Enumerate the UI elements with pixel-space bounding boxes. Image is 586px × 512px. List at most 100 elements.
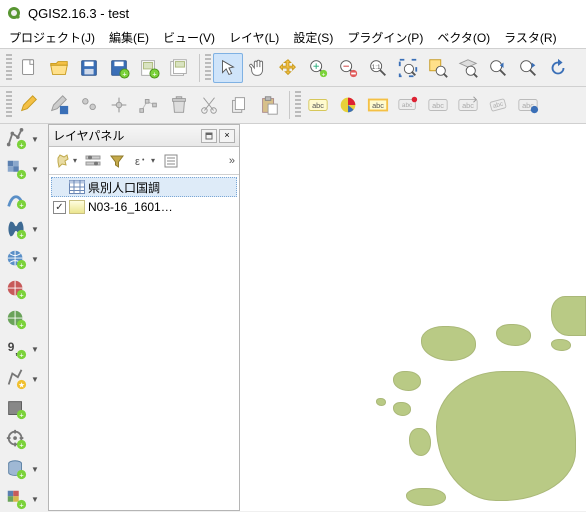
dropdown-icon[interactable]: ▼	[30, 126, 40, 152]
toolbar-grip-icon[interactable]	[6, 54, 12, 82]
save-edits-button[interactable]	[44, 90, 74, 120]
layer-visibility-checkbox[interactable]: ✓	[53, 201, 66, 214]
add-raster-layer-button[interactable]: +	[2, 156, 30, 182]
copy-button[interactable]	[224, 90, 254, 120]
close-icon[interactable]: ×	[219, 129, 235, 143]
node-tool-button[interactable]	[134, 90, 164, 120]
svg-text:★: ★	[18, 380, 25, 389]
zoom-layer-button[interactable]	[453, 53, 483, 83]
svg-text:+: +	[19, 350, 23, 359]
highlight-label-button[interactable]: abc	[363, 90, 393, 120]
move-feature-button[interactable]	[104, 90, 134, 120]
dropdown-icon[interactable]: ▼	[30, 156, 40, 182]
filter-button[interactable]	[107, 151, 127, 171]
menu-raster[interactable]: ラスタ(R)	[497, 27, 563, 48]
open-project-button[interactable]	[44, 53, 74, 83]
pan-button[interactable]	[243, 53, 273, 83]
cut-button[interactable]	[194, 90, 224, 120]
left-toolbar: +▼ +▼ + +▼ +▼ + + 9,+▼ ★▼ + + +▼ +▼	[0, 124, 48, 511]
save-project-button[interactable]	[74, 53, 104, 83]
new-project-button[interactable]	[14, 53, 44, 83]
svg-text:+: +	[322, 71, 326, 78]
dropdown-icon[interactable]: ▼	[30, 216, 40, 242]
table-layer-icon	[69, 180, 85, 194]
dropdown-icon[interactable]: ▼	[30, 246, 40, 272]
dropdown-icon[interactable]: ▼	[30, 366, 40, 392]
add-spatialite-button[interactable]: +	[2, 186, 30, 212]
dropdown-icon[interactable]: ▾	[151, 156, 155, 165]
rotate-label-button[interactable]: abc	[483, 90, 513, 120]
add-gps-button[interactable]: +	[2, 426, 30, 452]
delete-selected-button[interactable]	[164, 90, 194, 120]
zoom-selection-button[interactable]	[423, 53, 453, 83]
move-label-button[interactable]: abc	[453, 90, 483, 120]
dropdown-icon[interactable]: ▼	[30, 336, 40, 362]
toolbar-grip-icon[interactable]	[295, 91, 301, 119]
change-label-button[interactable]: abc	[513, 90, 543, 120]
menu-project[interactable]: プロジェクト(J)	[2, 27, 102, 48]
dropdown-icon[interactable]: ▼	[30, 456, 40, 482]
svg-text:abc: abc	[372, 101, 384, 110]
undock-icon[interactable]	[201, 129, 217, 143]
expression-button[interactable]: ε•	[131, 151, 151, 171]
show-hide-label-button[interactable]: abc	[423, 90, 453, 120]
toolbar-edit-label: abc abc abc abc abc abc abc	[0, 86, 586, 124]
add-feature-button[interactable]	[74, 90, 104, 120]
paste-button[interactable]	[254, 90, 284, 120]
map-canvas[interactable]	[240, 124, 586, 511]
svg-text:+: +	[19, 320, 23, 329]
zoom-last-button[interactable]	[483, 53, 513, 83]
new-shapefile-button[interactable]: ★	[2, 366, 30, 392]
menu-plugins[interactable]: プラグイン(P)	[340, 27, 430, 48]
qgis-logo-icon	[6, 5, 22, 21]
refresh-button[interactable]	[543, 53, 573, 83]
add-vector-layer-button[interactable]: +	[2, 126, 30, 152]
svg-text:+: +	[19, 410, 23, 419]
add-postgis-button[interactable]: +	[2, 216, 30, 242]
pointer-button[interactable]	[213, 53, 243, 83]
filter-visible-button[interactable]	[83, 151, 103, 171]
dropdown-icon[interactable]: ▼	[30, 486, 40, 512]
menu-view[interactable]: ビュー(V)	[156, 27, 222, 48]
add-virtual-layer-button[interactable]: +	[2, 486, 30, 512]
menu-edit[interactable]: 編集(E)	[102, 27, 156, 48]
add-oracle-button[interactable]: +	[2, 456, 30, 482]
layers-tree[interactable]: 県別人口国調 ✓ N03-16_1601…	[49, 175, 239, 510]
add-wms-button[interactable]: +	[2, 246, 30, 272]
toolbar-grip-icon[interactable]	[6, 91, 12, 119]
diagram-button[interactable]	[333, 90, 363, 120]
toolbar-grip-icon[interactable]	[205, 54, 211, 82]
menu-settings[interactable]: 設定(S)	[286, 27, 340, 48]
zoom-out-button[interactable]	[333, 53, 363, 83]
expand-chevron-icon[interactable]: »	[229, 155, 235, 167]
save-as-button[interactable]: +	[104, 53, 134, 83]
new-geopackage-button[interactable]: +	[2, 396, 30, 422]
svg-text:+: +	[19, 260, 23, 269]
add-wfs-button[interactable]: +	[2, 306, 30, 332]
add-wcs-button[interactable]: +	[2, 276, 30, 302]
dropdown-icon[interactable]: ▾	[73, 156, 77, 165]
pan-to-selection-button[interactable]	[273, 53, 303, 83]
layer-row[interactable]: ✓ N03-16_1601…	[51, 197, 237, 217]
zoom-next-button[interactable]	[513, 53, 543, 83]
expand-all-button[interactable]	[161, 151, 181, 171]
svg-text:+: +	[19, 290, 23, 299]
composer-manager-button[interactable]	[164, 53, 194, 83]
layers-panel-toolbar: ▾ ε•▾ »	[49, 147, 239, 175]
style-preset-button[interactable]	[53, 151, 73, 171]
zoom-in-button[interactable]: +	[303, 53, 333, 83]
toggle-editing-button[interactable]	[14, 90, 44, 120]
svg-text:abc: abc	[402, 102, 413, 109]
layer-row[interactable]: 県別人口国調	[51, 177, 237, 197]
menu-vector[interactable]: ベクタ(O)	[430, 27, 497, 48]
new-composer-button[interactable]: +	[134, 53, 164, 83]
svg-text:+: +	[19, 470, 23, 479]
pin-label-button[interactable]: abc	[393, 90, 423, 120]
layers-panel-titlebar[interactable]: レイヤパネル ×	[49, 125, 239, 147]
zoom-native-button[interactable]: 1:1	[363, 53, 393, 83]
add-delimited-text-button[interactable]: 9,+	[2, 336, 30, 362]
svg-text:1:1: 1:1	[372, 63, 381, 70]
zoom-full-button[interactable]	[393, 53, 423, 83]
label-abc-button[interactable]: abc	[303, 90, 333, 120]
menu-layer[interactable]: レイヤ(L)	[222, 27, 286, 48]
